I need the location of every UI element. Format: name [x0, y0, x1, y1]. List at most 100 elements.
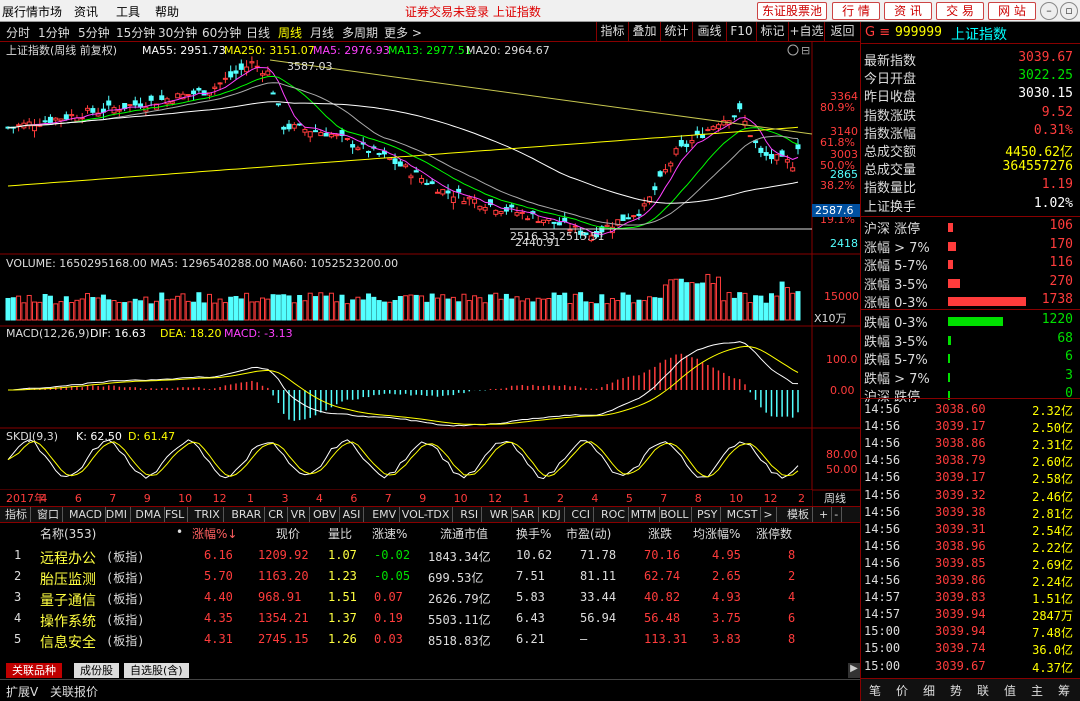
indicator-tab[interactable]: 窗口 — [34, 507, 63, 522]
add-watchlist-button[interactable]: +自选 — [788, 22, 824, 42]
kline-chart-svg[interactable]: 上证指数(周线 前复权) MA55: 2951.73 MA250: 3151.0… — [0, 42, 860, 506]
period-tab-1min[interactable]: 1分钟 — [38, 24, 70, 41]
indicator-tab[interactable]: ASI — [340, 507, 365, 522]
col-chg[interactable]: 涨幅%↓ — [192, 525, 237, 542]
panel-tab[interactable]: 价 — [896, 682, 908, 699]
col-diff[interactable]: 涨跌 — [648, 525, 672, 542]
indicator-tab[interactable]: 指标 — [2, 507, 31, 522]
indicator-tab[interactable]: MACD — [66, 507, 106, 522]
cell-pe: 81.11 — [580, 569, 617, 583]
kline-candle — [212, 86, 218, 89]
indicator-tab[interactable]: EMV — [369, 507, 401, 522]
expand-button[interactable]: 扩展V — [6, 683, 38, 700]
indicator-button[interactable]: 指标 — [596, 22, 628, 42]
indicator-tab[interactable]: PSY — [694, 507, 722, 522]
scroll-arrow-icon[interactable]: ▶ — [848, 663, 860, 678]
volume-bar — [737, 292, 743, 321]
indicator-tab[interactable]: BRAR — [228, 507, 266, 522]
menu-news[interactable]: 资讯 — [74, 3, 98, 20]
draw-line-button[interactable]: 画线 — [692, 22, 726, 42]
table-row[interactable]: 1 远程办公 (板指) 6.16 1209.92 1.07 -0.02 1843.34亿 10.… — [0, 545, 860, 567]
indicator-tab[interactable]: RSI — [457, 507, 483, 522]
indicator-tab[interactable]: - — [831, 507, 843, 522]
table-row[interactable]: 5 信息安全 (板指) 4.31 2745.15 1.26 0.03 8518.83亿 6.21… — [0, 629, 860, 651]
indicator-tab[interactable]: CCI — [568, 507, 594, 522]
indicator-tab[interactable]: OBV — [310, 507, 341, 522]
overlay-button[interactable]: 叠加 — [628, 22, 660, 42]
table-row[interactable]: 2 胎压监测 (板指) 5.70 1163.20 1.23 -0.05 699.53亿 7.51… — [0, 566, 860, 588]
restore-icon[interactable]: ▫ — [1060, 2, 1078, 20]
tab-constituents[interactable]: 成份股 — [74, 663, 119, 678]
quote-label: 总成交量 — [864, 163, 917, 179]
col-name[interactable]: 名称(353) — [40, 525, 96, 542]
indicator-tab[interactable]: KDJ — [539, 507, 565, 522]
indicator-tab[interactable]: > — [760, 507, 777, 522]
quotes-button[interactable]: 行 情 — [832, 2, 880, 20]
panel-tab[interactable]: 势 — [950, 682, 962, 699]
tab-related[interactable]: 关联品种 — [6, 663, 62, 678]
stats-button[interactable]: 统计 — [660, 22, 692, 42]
panel-tab[interactable]: 笔 — [869, 682, 881, 699]
table-row[interactable]: 3 量子通信 (板指) 4.40 968.91 1.51 0.07 2626.79亿 5.83 3… — [0, 587, 860, 609]
collapse-icon[interactable]: ⊟ — [801, 44, 810, 57]
period-tab-more[interactable]: 更多 > — [384, 24, 422, 41]
panel-tab[interactable]: 联 — [977, 682, 989, 699]
indicator-tab[interactable]: MCST — [724, 507, 762, 522]
col-pe[interactable]: 市盈(动) — [566, 525, 611, 542]
kline-candle — [689, 140, 695, 144]
menu-help[interactable]: 帮助 — [155, 3, 179, 20]
panel-tab[interactable]: 值 — [1004, 682, 1016, 699]
period-tab-5min[interactable]: 5分钟 — [78, 24, 110, 41]
mark-button[interactable]: 标记 — [756, 22, 788, 42]
news-button[interactable]: 资 讯 — [884, 2, 932, 20]
indicator-tab[interactable]: BOLL — [657, 507, 693, 522]
indicator-tab[interactable]: TRIX — [192, 507, 224, 522]
period-tab-daily[interactable]: 日线 — [246, 24, 270, 41]
f10-button[interactable]: F10 — [726, 22, 756, 42]
menu-market[interactable]: 展行情市场 — [2, 3, 62, 20]
volume-bar — [551, 292, 557, 321]
panel-tab[interactable]: 细 — [923, 682, 935, 699]
col-volratio[interactable]: 量比 — [328, 525, 352, 542]
panel-tab[interactable]: 主 — [1031, 682, 1043, 699]
period-tab-30min[interactable]: 30分钟 — [158, 24, 197, 41]
tab-watchlist[interactable]: 自选股(含) — [124, 663, 189, 678]
col-avg[interactable]: 均涨幅% — [693, 525, 740, 542]
indicator-tab[interactable]: FSL — [162, 507, 189, 522]
indicator-tab[interactable]: DMA — [132, 507, 165, 522]
period-tab-60min[interactable]: 60分钟 — [202, 24, 241, 41]
menu-tools[interactable]: 工具 — [116, 3, 140, 20]
indicator-tab[interactable]: + — [816, 507, 833, 522]
back-button[interactable]: 返回 — [824, 22, 860, 42]
settings-icon[interactable] — [787, 44, 799, 56]
indicator-tab[interactable]: DMI — [103, 507, 132, 522]
website-button[interactable]: 网 站 — [988, 2, 1036, 20]
indicator-tab[interactable]: 模板 — [784, 507, 813, 522]
col-turnover[interactable]: 换手% — [516, 525, 551, 542]
kline-candle — [259, 73, 265, 76]
minimize-icon[interactable]: – — [1040, 2, 1058, 20]
trade-button[interactable]: 交 易 — [936, 2, 984, 20]
period-tab-multi[interactable]: 多周期 — [342, 24, 378, 41]
col-price[interactable]: 现价 — [276, 525, 300, 542]
indicator-tab[interactable]: SAR — [509, 507, 539, 522]
col-speed[interactable]: 涨速% — [372, 525, 407, 542]
period-tab-15min[interactable]: 15分钟 — [116, 24, 155, 41]
indicator-tab[interactable]: ROC — [598, 507, 629, 522]
period-tab-weekly[interactable]: 周线 — [278, 24, 302, 41]
stock-pool-button[interactable]: 东证股票池 — [757, 2, 827, 20]
indicator-tab[interactable]: VOL-TDX — [399, 507, 454, 522]
indicator-tab[interactable]: VR — [288, 507, 310, 522]
indicator-tab[interactable]: MTM — [628, 507, 661, 522]
kline-chart-area[interactable]: 上证指数(周线 前复权) MA55: 2951.73 MA250: 3151.0… — [0, 42, 860, 506]
table-row[interactable]: 4 操作系统 (板指) 4.35 1354.21 1.37 0.19 5503.11亿 6.43… — [0, 608, 860, 630]
col-limit[interactable]: 涨停数 — [756, 525, 792, 542]
indicator-tab[interactable]: CR — [265, 507, 288, 522]
period-tab-timeshare[interactable]: 分时 — [6, 24, 30, 41]
date-tick: 9 — [144, 492, 151, 505]
related-quote-button[interactable]: 关联报价 — [50, 683, 98, 700]
col-cap[interactable]: 流通市值 — [440, 525, 488, 542]
trend-line[interactable] — [269, 59, 813, 135]
panel-tab[interactable]: 筹 — [1058, 682, 1070, 699]
period-tab-monthly[interactable]: 月线 — [310, 24, 334, 41]
